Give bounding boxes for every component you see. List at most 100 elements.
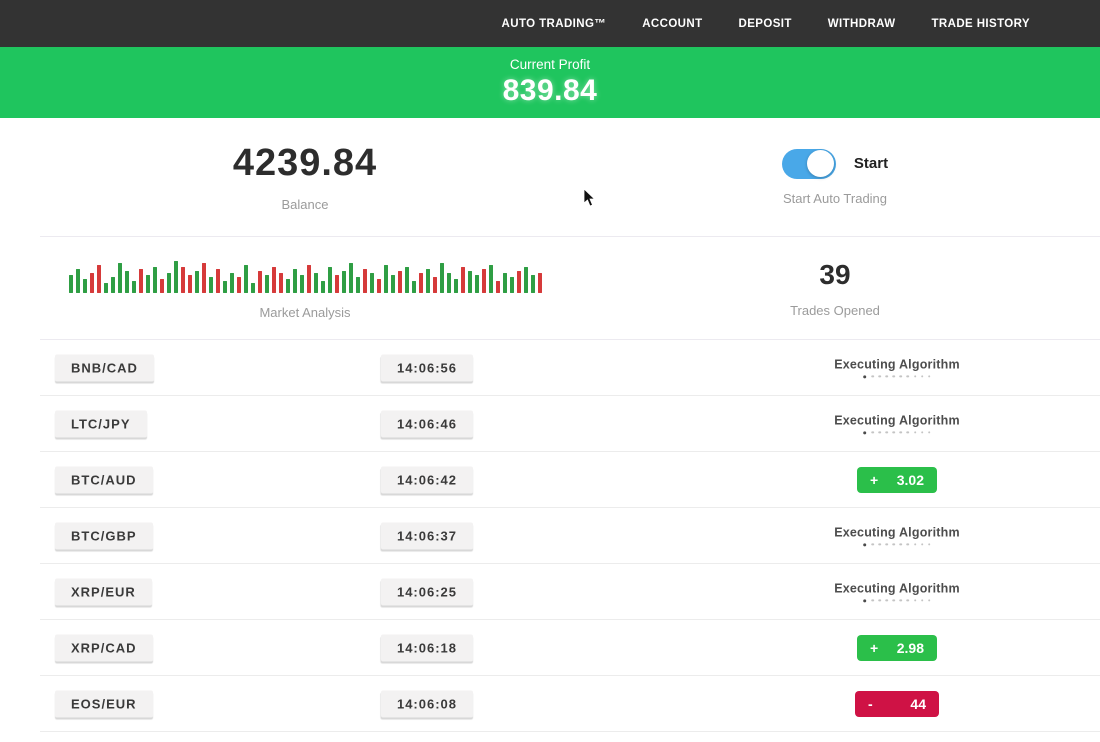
red-candle-icon [272,267,276,293]
badge-sign: + [870,640,878,656]
table-row: XRP/EUR 14:06:25 Executing Algorithm [40,564,1100,620]
green-candle-icon [370,273,374,293]
badge-amount: 2.98 [897,640,924,656]
red-candle-icon [181,267,185,293]
green-candle-icon [468,271,472,293]
green-candle-icon [349,263,353,293]
red-candle-icon [90,273,94,293]
pair-chip[interactable]: LTC/JPY [55,410,147,437]
executing-algorithm-label: Executing Algorithm [834,413,960,427]
green-candle-icon [328,267,332,293]
red-candle-icon [335,275,339,293]
green-candle-icon [503,273,507,293]
balance-value: 4239.84 [233,142,377,185]
table-row: LTC/JPY 14:06:46 Executing Algorithm [40,396,1100,452]
red-candle-icon [97,265,101,293]
green-candle-icon [314,273,318,293]
auto-trading-app: AUTO TRADING™ ACCOUNT DEPOSIT WITHDRAW TRADE… [0,0,1100,742]
green-candle-icon [356,277,360,293]
time-chip: 14:06:25 [381,578,473,605]
progress-dots-icon [863,599,930,602]
green-candle-icon [209,277,213,293]
nav-items: AUTO TRADING™ ACCOUNT DEPOSIT WITHDRAW TRADE… [502,18,1030,30]
green-candle-icon [384,265,388,293]
profit-badge: +3.02 [857,467,937,493]
pair-chip[interactable]: BTC/GBP [55,522,153,549]
green-candle-icon [111,277,115,293]
nav-item-deposit[interactable]: DEPOSIT [739,18,792,30]
balance-label: Balance [282,197,329,212]
trades-opened-block: 39 Trades Opened [570,237,1100,339]
table-row: EOS/EUR 14:06:08 - 44 [40,676,1100,732]
red-candle-icon [139,269,143,293]
green-candle-icon [342,271,346,293]
green-candle-icon [83,279,87,293]
green-candle-icon [146,275,150,293]
green-candle-icon [132,281,136,293]
green-candle-icon [475,275,479,293]
pair-chip[interactable]: BTC/AUD [55,466,153,493]
progress-dots-icon [863,431,930,434]
table-row: BTC/GBP 14:06:37 Executing Algorithm [40,508,1100,564]
green-candle-icon [321,281,325,293]
green-candle-icon [447,273,451,293]
time-chip: 14:06:56 [381,354,473,381]
time-chip: 14:06:37 [381,522,473,549]
green-candle-icon [76,269,80,293]
green-candle-icon [125,271,129,293]
toggle-label: Start [854,155,888,172]
pair-chip[interactable]: BNB/CAD [55,354,154,381]
red-candle-icon [279,273,283,293]
green-candle-icon [391,275,395,293]
auto-trading-label: Start Auto Trading [783,191,887,206]
green-candle-icon [104,283,108,293]
red-candle-icon [363,269,367,293]
green-candle-icon [531,275,535,293]
profit-badge: +2.98 [857,635,937,661]
green-candle-icon [412,281,416,293]
toggle-knob-icon [807,150,834,177]
executing-algorithm-label: Executing Algorithm [834,525,960,539]
red-candle-icon [482,269,486,293]
badge-sign: + [870,472,878,488]
nav-item-trade-history[interactable]: TRADE HISTORY [932,18,1031,30]
balance-row: 4239.84 Balance Start Start Auto Trading [40,118,1100,237]
red-candle-icon [307,265,311,293]
current-profit-label: Current Profit [510,57,590,72]
green-candle-icon [230,273,234,293]
red-candle-icon [202,263,206,293]
current-profit-banner: Current Profit 839.84 [0,47,1100,118]
pair-chip[interactable]: XRP/CAD [55,634,153,661]
green-candle-icon [265,275,269,293]
auto-trading-toggle[interactable] [782,149,836,179]
progress-dots-icon [863,375,930,378]
nav-item-withdraw[interactable]: WITHDRAW [828,18,896,30]
green-candle-icon [251,283,255,293]
green-candle-icon [223,281,227,293]
green-candle-icon [174,261,178,293]
top-navigation: AUTO TRADING™ ACCOUNT DEPOSIT WITHDRAW TRADE… [0,0,1100,47]
green-candle-icon [300,275,304,293]
status-cell: Executing Algorithm [834,525,960,546]
red-candle-icon [433,277,437,293]
green-candle-icon [440,263,444,293]
balance-block: 4239.84 Balance [40,118,570,236]
nav-item-auto-trading[interactable]: AUTO TRADING™ [502,18,607,30]
green-candle-icon [195,271,199,293]
red-candle-icon [419,273,423,293]
pair-chip[interactable]: EOS/EUR [55,690,153,717]
red-candle-icon [216,269,220,293]
status-cell: +3.02 [857,467,937,493]
pair-chip[interactable]: XRP/EUR [55,578,152,605]
green-candle-icon [489,265,493,293]
badge-sign: - [868,696,873,712]
green-candle-icon [405,267,409,293]
status-cell: - 44 [855,691,939,717]
current-profit-value: 839.84 [503,74,598,108]
time-chip: 14:06:42 [381,466,473,493]
red-candle-icon [496,281,500,293]
time-chip: 14:06:08 [381,690,473,717]
nav-item-account[interactable]: ACCOUNT [642,18,702,30]
badge-amount: 44 [910,696,926,712]
green-candle-icon [510,277,514,293]
